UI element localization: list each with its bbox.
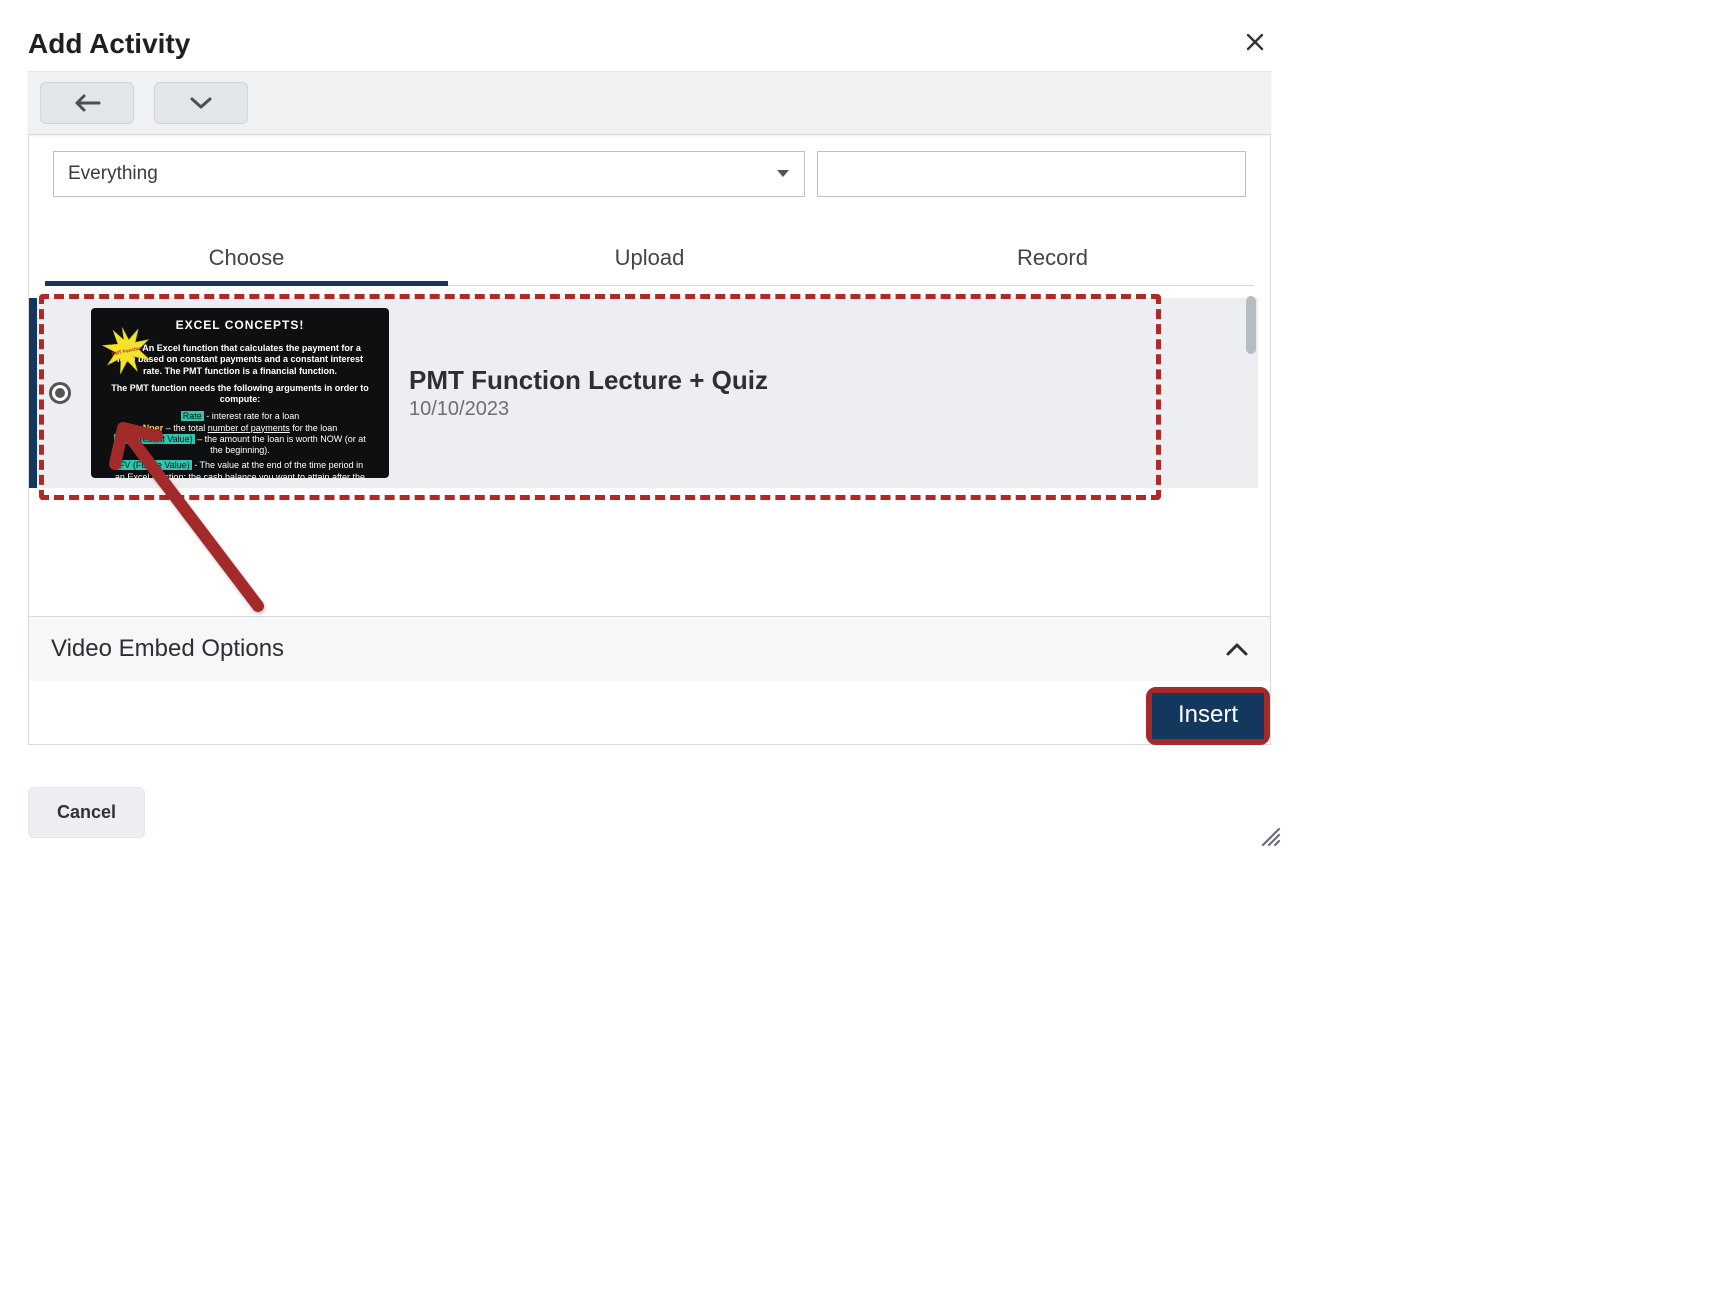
cancel-button[interactable]: Cancel (28, 787, 145, 838)
close-button[interactable] (1239, 24, 1271, 63)
insert-button[interactable]: Insert (1152, 693, 1264, 739)
chevron-down-icon (189, 95, 213, 111)
arrow-left-icon (73, 93, 101, 113)
embed-options-label: Video Embed Options (51, 635, 284, 663)
tab-upload[interactable]: Upload (448, 233, 851, 285)
tab-choose[interactable]: Choose (45, 233, 448, 285)
media-item-date: 10/10/2023 (409, 398, 1240, 421)
chevron-up-icon (1226, 642, 1248, 656)
close-icon (1245, 32, 1265, 52)
radio-dot-icon (55, 388, 65, 398)
tab-record[interactable]: Record (851, 233, 1254, 285)
media-item-radio[interactable] (49, 382, 71, 404)
video-embed-options-toggle[interactable]: Video Embed Options (29, 616, 1270, 681)
media-item-title: PMT Function Lecture + Quiz (409, 365, 1240, 396)
caret-down-icon (776, 169, 790, 179)
annotation-highlight-insert: Insert (1146, 687, 1270, 745)
back-button[interactable] (40, 82, 134, 124)
search-input[interactable] (817, 151, 1246, 197)
star-burst-icon: PMT Function (99, 322, 156, 379)
toolbar (28, 71, 1271, 135)
tab-bar: Choose Upload Record (45, 233, 1254, 286)
more-dropdown-button[interactable] (154, 82, 248, 124)
filter-selected-label: Everything (68, 163, 158, 185)
scrollbar[interactable] (1246, 296, 1256, 354)
filter-select[interactable]: Everything (53, 151, 805, 197)
page-title: Add Activity (28, 28, 190, 60)
resize-grip-icon (1259, 825, 1281, 847)
media-item[interactable]: PMT Function EXCEL CONCEPTS! PMT: An Exc… (29, 298, 1258, 488)
resize-handle[interactable] (1259, 825, 1281, 852)
media-thumbnail: PMT Function EXCEL CONCEPTS! PMT: An Exc… (91, 308, 389, 478)
media-list: PMT Function EXCEL CONCEPTS! PMT: An Exc… (45, 286, 1254, 616)
